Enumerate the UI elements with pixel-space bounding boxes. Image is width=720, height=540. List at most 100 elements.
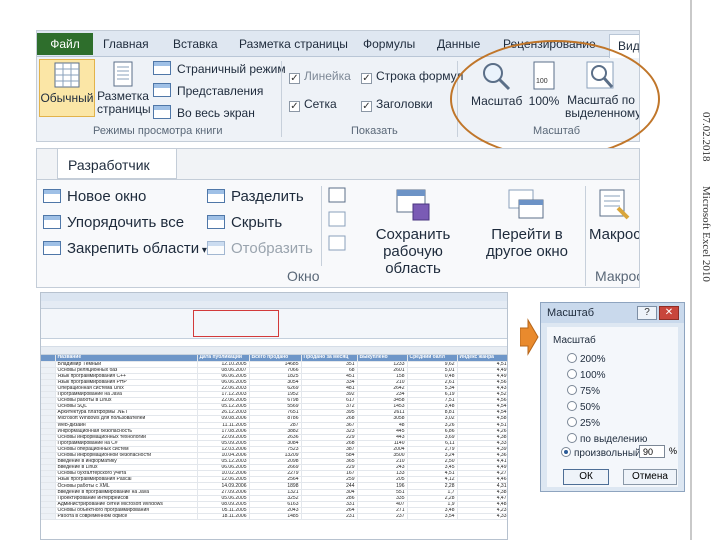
table-cell: 237 bbox=[357, 513, 408, 521]
excel-mini-tabs bbox=[41, 301, 507, 309]
split-button[interactable]: Разделить bbox=[207, 188, 304, 205]
ruler-check-icon: ✓ bbox=[289, 73, 300, 84]
group-separator bbox=[281, 61, 282, 137]
table-cell: 3,54 bbox=[407, 513, 458, 521]
column-header: Дата публикации bbox=[197, 355, 250, 362]
zoom-option-label: 50% bbox=[580, 402, 601, 413]
slide-border bbox=[690, 0, 692, 540]
normal-view-label: Обычный bbox=[40, 91, 94, 105]
switch-windows-icon bbox=[508, 189, 544, 219]
custom-views-icon bbox=[153, 83, 171, 97]
new-window-icon bbox=[43, 189, 61, 203]
row-number bbox=[41, 513, 56, 521]
zoom-option-75[interactable]: 75% bbox=[567, 385, 600, 397]
new-window-button[interactable]: Новое окно bbox=[43, 188, 146, 205]
unhide-button[interactable]: Отобразить bbox=[207, 240, 313, 257]
formula-bar-label: Строка формул bbox=[376, 69, 464, 83]
radio-icon bbox=[567, 369, 577, 379]
tab-page-layout[interactable]: Разметка страницы bbox=[239, 37, 348, 51]
side-by-side-icons bbox=[328, 187, 346, 251]
zoom-option-label: по выделению bbox=[580, 434, 648, 445]
arrange-all-icon bbox=[43, 215, 61, 229]
zoom-option-100[interactable]: 100% bbox=[567, 369, 606, 381]
zoom-option-label: 100% bbox=[580, 370, 606, 381]
formula-bar-checkbox[interactable]: ✓ Строка формул bbox=[361, 69, 463, 84]
page-layout-label: Разметка страницы bbox=[97, 89, 151, 116]
freeze-panes-button[interactable]: Закрепить области ▾ bbox=[43, 240, 207, 257]
zoom-group-highlight bbox=[193, 310, 279, 337]
radio-icon bbox=[567, 417, 577, 427]
zoom-option-200[interactable]: 200% bbox=[567, 353, 606, 365]
ruler-checkbox[interactable]: ✓ Линейка bbox=[289, 69, 351, 84]
highlight-oval bbox=[450, 40, 660, 158]
macros-button[interactable]: Макросы bbox=[589, 188, 639, 243]
radio-icon bbox=[567, 385, 577, 395]
group-label-macros: Макросы bbox=[595, 268, 639, 284]
page-break-label: Страничный режим bbox=[177, 62, 286, 76]
tab-file[interactable]: Файл bbox=[37, 33, 93, 55]
ribbon-window-panel: Разработчик Новое окно Упорядочить все З… bbox=[36, 148, 640, 288]
switch-windows-label: Перейти в другое окно bbox=[486, 226, 568, 260]
table-cell: Работа в современном офисе bbox=[55, 513, 198, 521]
table-cell: 18.11.2006 bbox=[197, 513, 250, 521]
unhide-icon bbox=[207, 241, 225, 255]
save-workspace-icon bbox=[396, 189, 430, 221]
gridlines-check-icon: ✓ bbox=[289, 101, 300, 112]
custom-views-button[interactable]: Представления bbox=[153, 83, 263, 98]
cancel-button[interactable]: Отмена bbox=[623, 469, 677, 485]
arrow-right-icon bbox=[520, 318, 539, 356]
ruler-label: Линейка bbox=[304, 69, 351, 83]
page-break-preview-button[interactable]: Страничный режим bbox=[153, 61, 286, 76]
tab-formulas[interactable]: Формулы bbox=[363, 37, 415, 51]
zoom-dialog: Масштаб ? ✕ Масштаб 200% 100% 75% 50% 25… bbox=[540, 302, 685, 492]
group-label-window: Окно bbox=[287, 268, 320, 284]
freeze-panes-label: Закрепить области bbox=[67, 240, 200, 257]
dialog-body: Масштаб 200% 100% 75% 50% 25% по выделен… bbox=[547, 327, 678, 487]
page-layout-view-button[interactable]: Разметка страницы bbox=[97, 61, 151, 116]
tab-insert[interactable]: Вставка bbox=[173, 37, 218, 51]
slide-date: 07.02.2018 bbox=[700, 112, 712, 162]
split-icon bbox=[207, 189, 225, 203]
zoom-option-50[interactable]: 50% bbox=[567, 401, 600, 413]
gridlines-label: Сетка bbox=[304, 97, 337, 111]
close-button[interactable]: ✕ bbox=[659, 306, 679, 320]
excel-window-screenshot: Название Дата публикации Всего продано Прод… bbox=[40, 292, 508, 540]
slide-subtitle: Microsoft Excel 2010 bbox=[700, 186, 712, 282]
table-cell: 1485 bbox=[249, 513, 302, 521]
tab-home[interactable]: Главная bbox=[103, 37, 149, 51]
help-button[interactable]: ? bbox=[637, 306, 657, 320]
headings-check-icon: ✓ bbox=[361, 101, 372, 112]
hide-button[interactable]: Скрыть bbox=[207, 214, 282, 231]
page-break-icon bbox=[153, 61, 171, 75]
normal-view-button[interactable]: Обычный bbox=[39, 59, 95, 117]
new-window-label: Новое окно bbox=[67, 188, 147, 205]
gridlines-checkbox[interactable]: ✓ Сетка bbox=[289, 97, 337, 112]
radio-icon bbox=[567, 353, 577, 363]
group-separator bbox=[321, 186, 322, 266]
ok-button[interactable]: ОК bbox=[563, 469, 609, 485]
zoom-option-label: 25% bbox=[580, 418, 601, 429]
zoom-option-label: 75% bbox=[580, 386, 601, 397]
zoom-option-custom[interactable]: произвольный: bbox=[561, 447, 643, 459]
percent-sign: % bbox=[669, 446, 678, 456]
save-workspace-button[interactable]: Сохранить рабочую область bbox=[355, 188, 471, 277]
unhide-label: Отобразить bbox=[231, 240, 313, 257]
radio-icon bbox=[567, 401, 577, 411]
zoom-option-25[interactable]: 25% bbox=[567, 417, 600, 429]
headings-label: Заголовки bbox=[376, 97, 433, 111]
full-screen-button[interactable]: Во весь экран bbox=[153, 105, 255, 120]
zoom-option-label: произвольный: bbox=[574, 448, 644, 459]
headings-checkbox[interactable]: ✓ Заголовки bbox=[361, 97, 433, 112]
table-row: Работа в современном офисе 18.11.2006 1485… bbox=[41, 513, 507, 521]
group-separator bbox=[585, 186, 586, 286]
freeze-panes-icon bbox=[43, 241, 61, 255]
switch-windows-button[interactable]: Перейти в другое окно bbox=[477, 188, 577, 260]
custom-views-label: Представления bbox=[177, 84, 264, 98]
tab-developer[interactable]: Разработчик bbox=[57, 149, 177, 179]
custom-zoom-input[interactable]: 90 bbox=[639, 445, 665, 458]
hide-icon bbox=[207, 215, 225, 229]
arrange-all-button[interactable]: Упорядочить все bbox=[43, 214, 184, 231]
excel-column-headers bbox=[41, 347, 507, 355]
tab-data[interactable]: Данные bbox=[437, 37, 480, 51]
zoom-option-fit-selection[interactable]: по выделению bbox=[567, 433, 647, 445]
